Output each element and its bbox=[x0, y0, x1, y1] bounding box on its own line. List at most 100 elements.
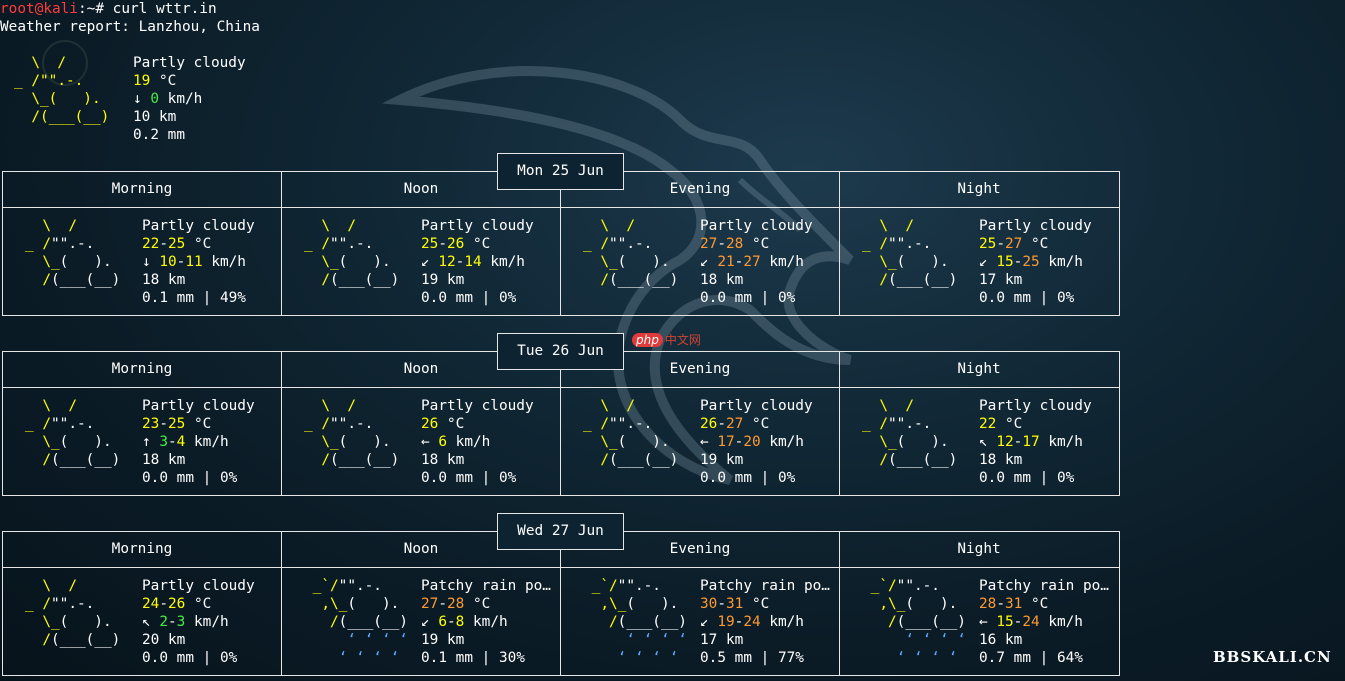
sun-mark: ,\_ bbox=[304, 596, 348, 612]
cloud-mark: ( ). bbox=[617, 434, 670, 450]
sun-rays: \ / bbox=[321, 218, 356, 234]
temp-low: 22 bbox=[979, 416, 997, 432]
visibility: 17 km bbox=[979, 272, 1023, 288]
current-weather-art: \ / _ /"".-. \_( ). /(___(__) bbox=[14, 55, 110, 125]
wind-sep: - bbox=[168, 614, 177, 630]
period-info: Partly cloudy 26-27 °C ← 17-20 km/h 19 k… bbox=[700, 397, 836, 487]
temp-sep: - bbox=[438, 596, 447, 612]
cloud-top: _ /"".-. bbox=[862, 236, 931, 252]
cloud-top: _ /"".-. bbox=[583, 416, 652, 432]
sun-mark: / bbox=[304, 614, 339, 630]
cloud-mark: ( ). bbox=[896, 434, 949, 450]
temp-high: 27 bbox=[1005, 236, 1023, 252]
sun-mark: / bbox=[862, 272, 888, 288]
prompt-separator: : bbox=[77, 1, 87, 17]
period-body-row: \ / _ /"".-. \_( ). /(___(__) Partly clou… bbox=[3, 388, 1119, 495]
command-text: curl wttr.in bbox=[112, 1, 217, 17]
cloud-mark: ( ). bbox=[905, 596, 958, 612]
sun-mark: \_ bbox=[862, 434, 897, 450]
sun-mark: \_ bbox=[25, 254, 60, 270]
cloud-bottom: /(___(__) bbox=[25, 452, 120, 468]
precipitation: 0.0 mm | 0% bbox=[421, 290, 517, 306]
cloud-top: _ /"".-. bbox=[25, 416, 94, 432]
rain-drops: ‘ ‘ ‘ ‘ bbox=[905, 632, 966, 648]
period-info: Patchy rain po… 28-31 °C ← 15-24 km/h 16… bbox=[979, 577, 1115, 667]
temp-unit: °C bbox=[751, 236, 770, 252]
current-wind-unit: km/h bbox=[159, 91, 203, 107]
temp-unit: °C bbox=[472, 596, 491, 612]
sun-rays: \ / bbox=[42, 218, 77, 234]
cloud-bottom: /(___(__) bbox=[862, 272, 957, 288]
sun-mark: \_ bbox=[583, 254, 618, 270]
temp-high: 31 bbox=[1005, 596, 1023, 612]
php-watermark-text: 中文网 bbox=[664, 333, 701, 347]
wind-unit: km/h bbox=[490, 254, 525, 270]
cloud-mark: "".-. bbox=[888, 236, 932, 252]
sun-mark: \_ bbox=[25, 434, 60, 450]
cloud-mark: "".-. bbox=[609, 236, 653, 252]
temp-high: 25 bbox=[168, 416, 186, 432]
temp-low: 30 bbox=[700, 596, 718, 612]
sun-mark: _`/ bbox=[583, 578, 618, 594]
temp-unit: °C bbox=[472, 236, 491, 252]
weather-art: \ / _ /"".-. \_( ). /(___(__) bbox=[25, 577, 120, 649]
sun-mark: \_ bbox=[304, 434, 339, 450]
condition-text: Partly cloudy bbox=[142, 398, 255, 414]
wind-high: 24 bbox=[1022, 614, 1040, 630]
period-cell: \ / _ /"".-. \_( ). /(___(__) Partly clou… bbox=[561, 208, 840, 315]
wind-low: 3 bbox=[159, 434, 168, 450]
temp-low: 25 bbox=[421, 236, 439, 252]
temp-unit: °C bbox=[751, 416, 770, 432]
temp-high: 25 bbox=[168, 236, 186, 252]
sun-rays: \ / bbox=[600, 398, 635, 414]
condition-text: Partly cloudy bbox=[142, 578, 255, 594]
temp-sep: - bbox=[996, 236, 1005, 252]
period-info: Partly cloudy 26 °C ← 6 km/h 18 km 0.0 m… bbox=[421, 397, 557, 487]
temp-unit: °C bbox=[193, 416, 212, 432]
cloud-mark: "".-. bbox=[888, 416, 932, 432]
precipitation: 0.0 mm | 0% bbox=[979, 470, 1075, 486]
wind-low: 15 bbox=[996, 614, 1014, 630]
period-cell: \ / _ /"".-. \_( ). /(___(__) Partly clou… bbox=[840, 208, 1118, 315]
visibility: 20 km bbox=[142, 632, 186, 648]
cloud-top: _ /"".-. bbox=[862, 416, 931, 432]
cloud-mark: "".-. bbox=[51, 236, 95, 252]
sun-mark: / bbox=[862, 614, 897, 630]
day-date-label: Mon 25 Jun bbox=[497, 153, 624, 190]
sun-mark: \_ bbox=[304, 254, 339, 270]
visibility: 17 km bbox=[700, 632, 744, 648]
cloud-mark: (___(__) bbox=[51, 452, 121, 468]
condition-text: Partly cloudy bbox=[700, 398, 813, 414]
cloud-bottom: /(___(__) bbox=[583, 272, 678, 288]
sun-mark: / bbox=[304, 272, 330, 288]
day-date-label: Tue 26 Jun bbox=[497, 333, 624, 370]
wind-sep: - bbox=[447, 614, 456, 630]
report-title: Weather report: Lanzhou, China bbox=[0, 19, 260, 35]
rain-drops: ‘ ‘ ‘ ‘ bbox=[347, 632, 408, 648]
cloud-top: _ /"".-. bbox=[583, 236, 652, 252]
temp-unit: °C bbox=[193, 596, 212, 612]
wind-low: 12 bbox=[438, 254, 456, 270]
cloud-bottom: /(___(__) bbox=[583, 452, 678, 468]
period-info: Patchy rain po… 27-28 °C ↙ 6-8 km/h 19 k… bbox=[421, 577, 557, 667]
cloud-bottom: /(___(__) bbox=[304, 452, 399, 468]
sun-mark: ,\_ bbox=[583, 596, 627, 612]
visibility: 18 km bbox=[979, 452, 1023, 468]
visibility: 18 km bbox=[142, 452, 186, 468]
wind-arrow-icon: ↙ bbox=[979, 254, 997, 270]
visibility: 18 km bbox=[700, 272, 744, 288]
sun-mark: / bbox=[25, 272, 51, 288]
precipitation: 0.0 mm | 0% bbox=[979, 290, 1075, 306]
condition-text: Partly cloudy bbox=[700, 218, 813, 234]
period-info: Partly cloudy 27-28 °C ↙ 21-27 km/h 18 k… bbox=[700, 217, 836, 307]
sun-mark: _`/ bbox=[862, 578, 897, 594]
cloud-mark: (___(__) bbox=[609, 452, 679, 468]
sun-mark: / bbox=[583, 452, 609, 468]
weather-art: _`/"".-. ,\_( ). /(___(__) ‘ ‘ ‘ ‘ ‘ ‘ ‘… bbox=[583, 577, 687, 667]
wind-high: 20 bbox=[743, 434, 761, 450]
period-info: Partly cloudy 24-26 °C ↖ 2-3 km/h 20 km … bbox=[142, 577, 278, 667]
rain-drops: ‘ ‘ ‘ ‘ bbox=[626, 632, 687, 648]
temp-low: 28 bbox=[979, 596, 997, 612]
period-cell: \ / _ /"".-. \_( ). /(___(__) Partly clou… bbox=[840, 388, 1118, 495]
cloud-mark: (___(__) bbox=[609, 272, 679, 288]
